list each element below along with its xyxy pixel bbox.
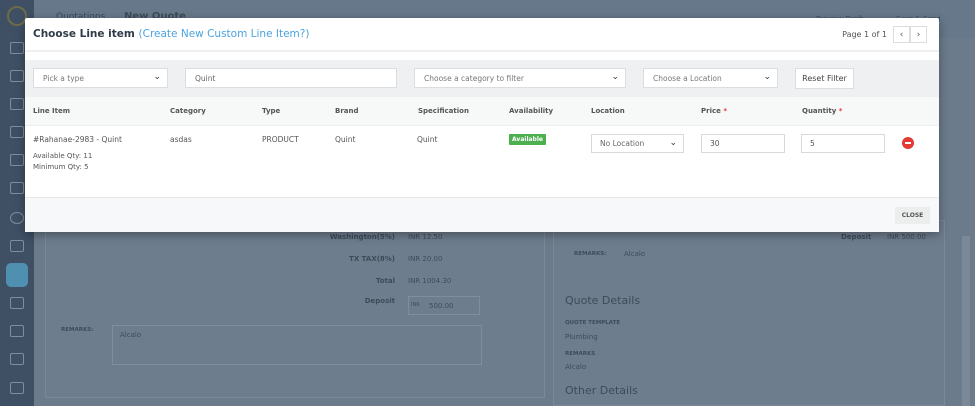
location-value: No Location: [600, 139, 645, 148]
location-placeholder: Choose a Location: [653, 74, 722, 83]
tax-value: INR 12.50: [408, 233, 443, 241]
column-header: Quantity *: [802, 107, 842, 115]
brand-cell: Quint: [335, 135, 356, 144]
logo: [7, 6, 27, 26]
column-header: Brand: [335, 107, 359, 115]
category-cell: asdas: [170, 135, 192, 144]
scrollbar[interactable]: [962, 236, 970, 406]
map-icon[interactable]: [10, 182, 24, 194]
create-custom-line-item-link[interactable]: (Create New Custom Line Item?): [139, 28, 310, 40]
prev-page-button[interactable]: ‹: [893, 26, 910, 43]
remarks-label: REMARKS: [565, 351, 596, 357]
available-qty: Available Qty: 11: [33, 152, 93, 160]
type-placeholder: Pick a type: [43, 74, 85, 83]
quote-details-panel: Deposit INR 500.00 REMARKS: Alcalo Quote…: [553, 220, 945, 406]
column-header: Price *: [701, 107, 727, 115]
page-indicator: Page 1 of 1: [842, 30, 887, 39]
remarks-textarea[interactable]: Alcalo: [112, 325, 482, 365]
minimum-qty: Minimum Qty: 5: [33, 163, 89, 171]
column-header: Availability: [509, 107, 554, 115]
contacts-icon[interactable]: [10, 126, 24, 138]
tablet-icon[interactable]: [10, 154, 24, 166]
remarks-value: Alcalo: [120, 331, 142, 339]
category-placeholder: Choose a category to filter: [424, 74, 524, 83]
briefcase-icon[interactable]: [10, 70, 24, 82]
dashboard-icon[interactable]: [10, 42, 24, 54]
team-icon[interactable]: [10, 353, 24, 365]
remarks-label: REMARKS:: [61, 327, 94, 333]
required-mark: *: [723, 107, 727, 115]
pagination: Page 1 of 1 ‹ ›: [842, 26, 927, 43]
chevron-down-icon: ⌄: [153, 72, 161, 82]
tax-label: TX TAX(8%): [349, 255, 395, 263]
quotes-icon[interactable]: [6, 263, 28, 287]
total-value: INR 1004.30: [408, 277, 452, 285]
price-header-text: Price: [701, 107, 721, 115]
chevron-down-icon: ⌄: [669, 138, 677, 148]
chevron-left-icon: ‹: [899, 29, 904, 40]
column-header: Specification: [418, 107, 469, 115]
remarks-value: Alcalo: [565, 363, 587, 371]
price-input[interactable]: 30: [701, 134, 785, 153]
deposit-label: Deposit: [364, 297, 395, 305]
location-select[interactable]: No Location ⌄: [591, 134, 684, 153]
documents-icon[interactable]: [10, 325, 24, 337]
quantity-value: 5: [810, 139, 815, 148]
other-details-heading: Other Details: [565, 384, 638, 397]
quote-details-heading: Quote Details: [565, 294, 641, 307]
quote-template-label: QUOTE TEMPLATE: [565, 320, 621, 326]
calendar-icon[interactable]: [10, 98, 24, 110]
column-header: Type: [262, 107, 281, 115]
tax-value: INR 20.00: [408, 255, 443, 263]
next-page-button[interactable]: ›: [910, 26, 927, 43]
remove-icon[interactable]: [902, 137, 914, 149]
chevron-down-icon: ⌄: [611, 72, 619, 82]
reset-filter-button[interactable]: Reset Filter: [795, 68, 854, 89]
chevron-down-icon: ⌄: [763, 72, 771, 82]
column-header: Line Item: [33, 107, 71, 115]
search-value: Quint: [195, 74, 216, 83]
close-button[interactable]: CLOSE: [895, 207, 930, 224]
deposit-input[interactable]: INR 500.00: [408, 296, 480, 315]
user-icon[interactable]: [10, 382, 24, 394]
chevron-right-icon: ›: [916, 29, 921, 40]
filter-bar: Pick a type ⌄ Quint Choose a category to …: [25, 60, 939, 97]
column-header: Location: [591, 107, 625, 115]
quote-summary-panel: Washington(5%) INR 12.50 TX TAX(8%) INR …: [45, 220, 545, 398]
specification-cell: Quint: [417, 135, 438, 144]
price-value: 30: [710, 139, 720, 148]
remarks-label: REMARKS:: [574, 251, 607, 257]
deposit-label: Deposit: [841, 233, 872, 241]
location-select[interactable]: Choose a Location ⌄: [643, 68, 778, 88]
column-header: Category: [170, 107, 206, 115]
type-cell: PRODUCT: [262, 135, 299, 144]
invoice-icon[interactable]: [10, 297, 24, 309]
modal-header: Choose Line item (Create New Custom Line…: [25, 18, 939, 52]
modal-footer: CLOSE: [25, 197, 939, 232]
total-label: Total: [375, 277, 395, 285]
choose-line-item-modal: Choose Line item (Create New Custom Line…: [25, 18, 939, 232]
tag-icon[interactable]: [10, 240, 24, 252]
quantity-input[interactable]: 5: [801, 134, 885, 153]
modal-title: Choose Line item (Create New Custom Line…: [33, 28, 309, 40]
type-select[interactable]: Pick a type ⌄: [33, 68, 168, 88]
deposit-value: INR 500.00: [887, 233, 926, 241]
table-header: Line Item Category Type Brand Specificat…: [25, 97, 939, 126]
required-mark: *: [838, 107, 843, 115]
remarks-value: Alcalo: [624, 250, 646, 258]
availability-badge: Available: [509, 134, 546, 145]
line-item-name: #Rahanae-2983 - Quint: [33, 135, 122, 144]
quote-template-value: Plumbing: [565, 333, 598, 341]
quantity-header-text: Quantity: [802, 107, 837, 115]
currency-addon: INR: [411, 302, 420, 308]
tax-label: Washington(5%): [329, 233, 395, 241]
title-text: Choose Line item: [33, 28, 135, 40]
deposit-value: 500.00: [429, 302, 454, 310]
category-select[interactable]: Choose a category to filter ⌄: [414, 68, 626, 88]
clock-icon[interactable]: [10, 212, 24, 224]
search-input[interactable]: Quint: [185, 68, 397, 88]
